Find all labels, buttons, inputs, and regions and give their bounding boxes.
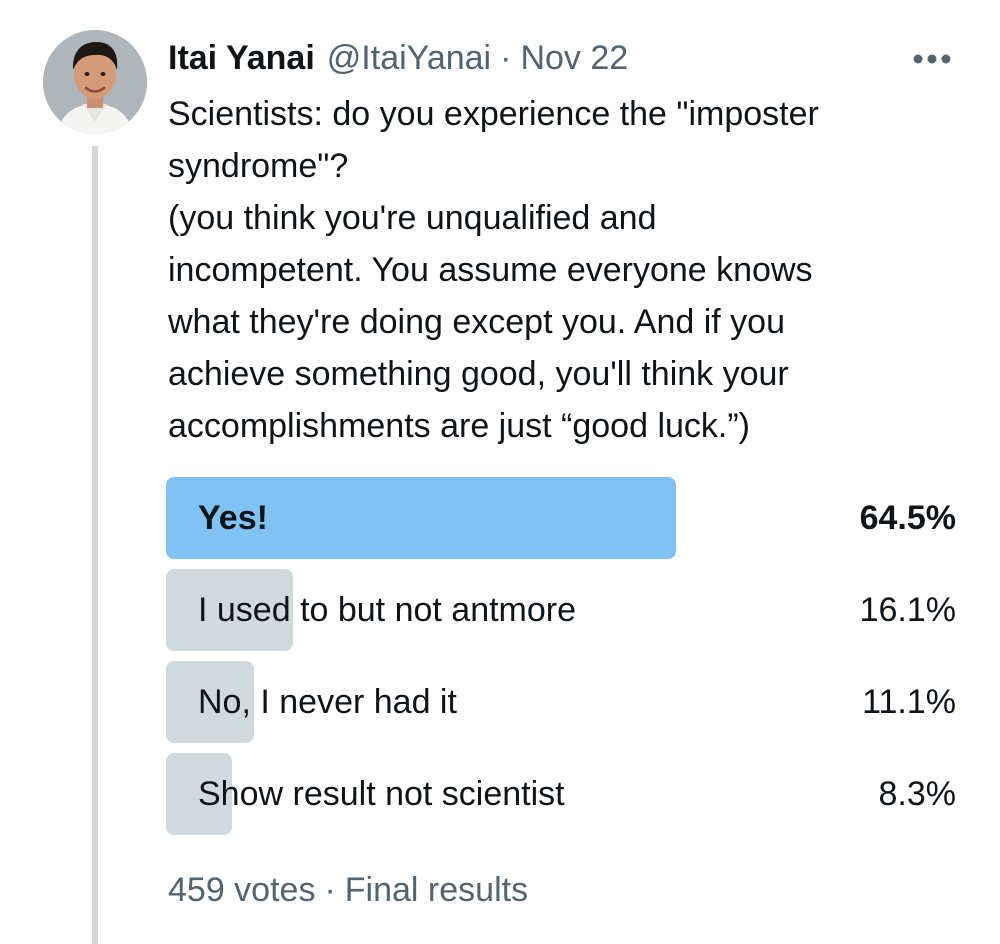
thread-connector-line	[92, 146, 98, 944]
tweet-text-line: what they're doing except you. And if yo…	[168, 303, 785, 341]
poll-option-percent: 16.1%	[859, 591, 956, 629]
more-options-icon[interactable]	[912, 52, 952, 64]
poll-option[interactable]: Show result not scientist 8.3%	[166, 753, 956, 835]
tweet-header: Itai Yanai @ItaiYanai · Nov 22	[168, 36, 628, 80]
poll-option-label: I used to but not antmore	[198, 591, 577, 629]
poll-option[interactable]: No, I never had it 11.1%	[166, 661, 956, 743]
poll-vote-count: 459 votes	[168, 871, 316, 909]
poll-footer: 459 votes · Final results	[168, 866, 528, 914]
tweet-text-line: (you think you're unqualified and	[168, 199, 657, 237]
tweet-text: Scientists: do you experience the "impos…	[168, 88, 968, 452]
tweet-date[interactable]: Nov 22	[520, 36, 628, 80]
avatar[interactable]	[43, 30, 147, 134]
poll-option-label: No, I never had it	[198, 683, 457, 721]
poll-option[interactable]: Yes! 64.5%	[166, 477, 956, 559]
poll-option-percent: 64.5%	[859, 499, 956, 537]
poll-status: Final results	[344, 871, 529, 909]
author-handle[interactable]: @ItaiYanai	[327, 36, 491, 80]
poll-option[interactable]: I used to but not antmore 16.1%	[166, 569, 956, 651]
poll-option-label: Yes!	[198, 499, 268, 537]
poll: Yes! 64.5% I used to but not antmore 16.…	[166, 477, 956, 845]
tweet-text-line: incompetent. You assume everyone knows	[168, 251, 813, 289]
poll-option-label: Show result not scientist	[198, 775, 565, 813]
tweet-text-line: accomplishments are just “good luck.”)	[168, 407, 751, 445]
tweet-text-line: Scientists: do you experience the "impos…	[168, 95, 819, 133]
tweet-text-line: achieve something good, you'll think you…	[168, 355, 789, 393]
tweet-text-line: syndrome"?	[168, 147, 349, 185]
poll-footer-separator: ·	[324, 871, 336, 909]
author-display-name[interactable]: Itai Yanai	[168, 36, 315, 80]
poll-option-percent: 11.1%	[862, 683, 956, 721]
header-separator: ·	[500, 39, 512, 77]
profile-photo-icon	[43, 30, 147, 134]
poll-option-percent: 8.3%	[878, 775, 957, 813]
